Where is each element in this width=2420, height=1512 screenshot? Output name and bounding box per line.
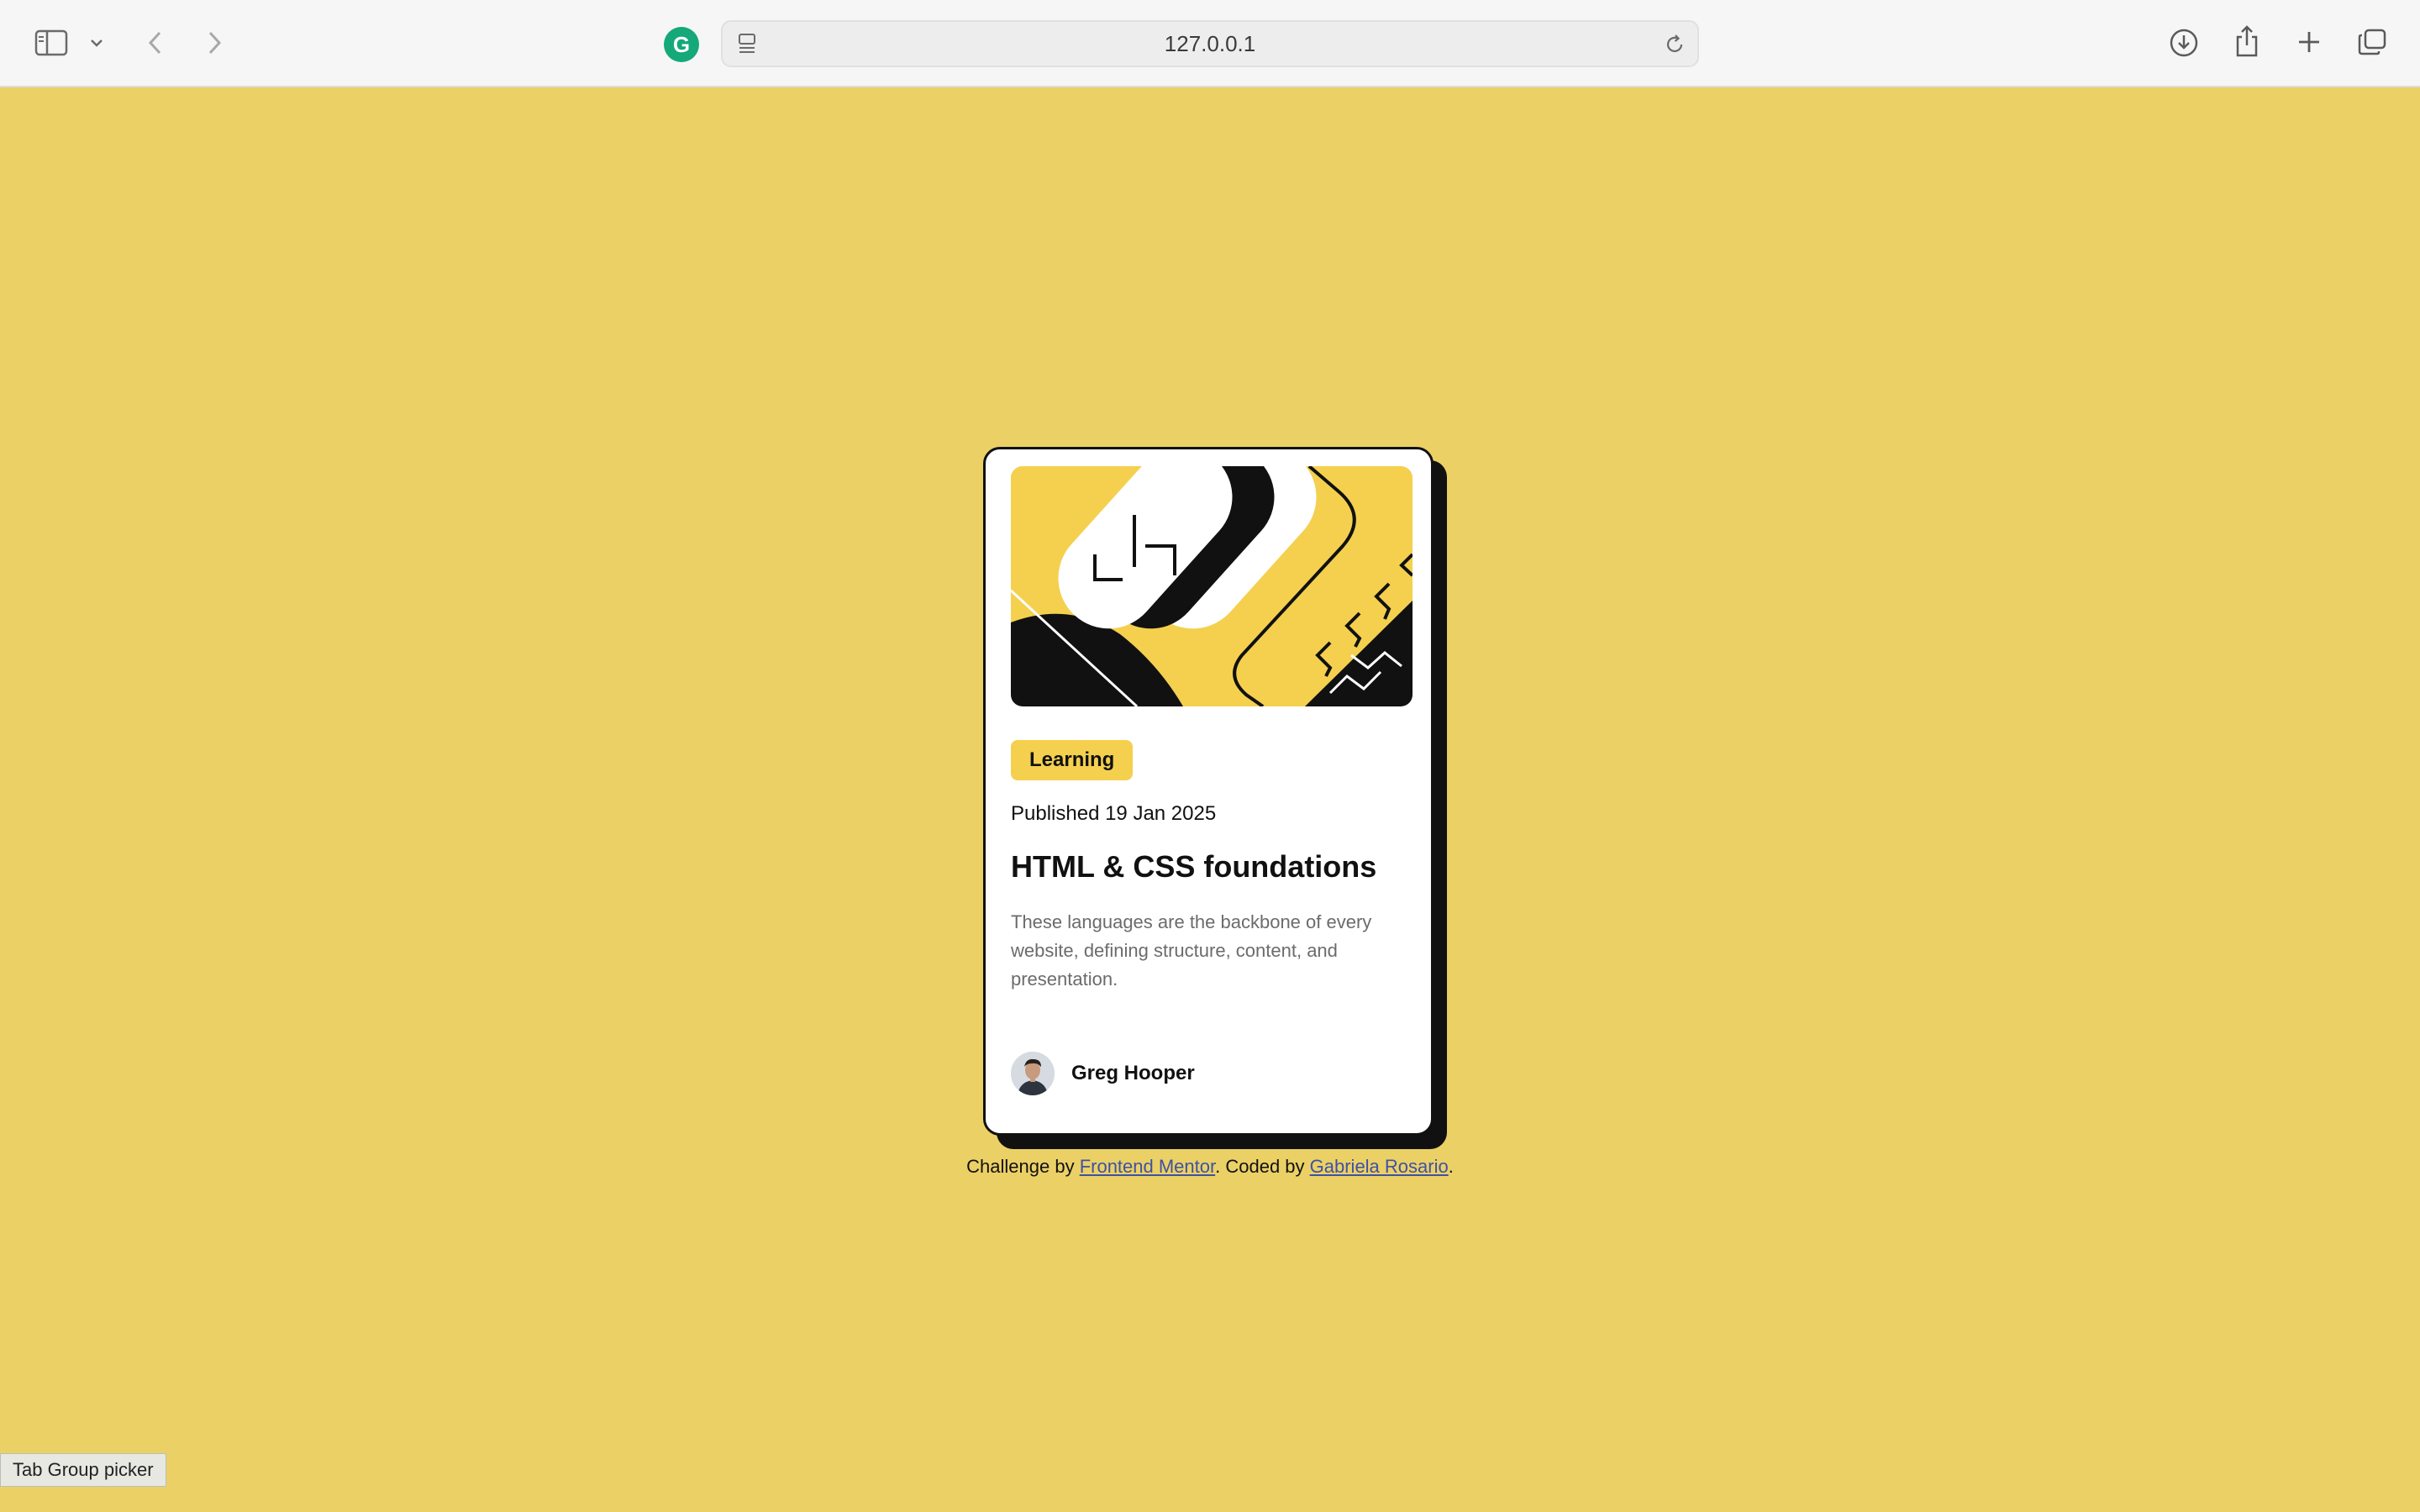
card-title[interactable]: HTML & CSS foundations	[1011, 849, 1414, 885]
author-info: Greg Hooper	[1011, 1051, 1195, 1096]
share-icon[interactable]	[2230, 22, 2264, 60]
downloads-icon[interactable]	[2166, 25, 2202, 60]
tab-overview-icon[interactable]	[2354, 25, 2390, 59]
attribution-footer: Challenge by Frontend Mentor. Coded by G…	[0, 1156, 2420, 1178]
author-name: Greg Hooper	[1071, 1062, 1195, 1084]
sidebar-toggle-icon[interactable]	[32, 25, 71, 60]
chevron-down-icon[interactable]	[86, 32, 108, 54]
published-date: Published 19 Jan 2025	[1011, 802, 1217, 825]
category-tag: Learning	[1011, 740, 1134, 780]
url-text: 127.0.0.1	[1164, 30, 1256, 56]
back-arrow-icon[interactable]	[139, 25, 170, 60]
new-tab-plus-icon[interactable]	[2292, 25, 2326, 59]
address-bar[interactable]: 127.0.0.1	[721, 20, 1699, 67]
blog-preview-card: Learning Published 19 Jan 2025 HTML & CS…	[983, 447, 1434, 1136]
tab-group-picker-tooltip: Tab Group picker	[0, 1453, 166, 1487]
author-link[interactable]: Gabriela Rosario	[1310, 1156, 1449, 1177]
attribution-prefix: Challenge by	[966, 1156, 1080, 1177]
attribution-suffix: .	[1448, 1156, 1454, 1177]
attribution-middle: . Coded by	[1215, 1156, 1310, 1177]
author-avatar	[1011, 1052, 1055, 1095]
frontend-mentor-link[interactable]: Frontend Mentor	[1080, 1156, 1215, 1177]
card-description: These languages are the backbone of ever…	[1011, 911, 1372, 990]
browser-toolbar: G 127.0.0.1	[0, 0, 2420, 87]
reload-icon[interactable]	[1662, 32, 1687, 57]
forward-arrow-icon[interactable]	[200, 25, 230, 60]
card-illustration	[1011, 466, 1413, 706]
grammarly-extension-icon[interactable]: G	[664, 27, 699, 62]
